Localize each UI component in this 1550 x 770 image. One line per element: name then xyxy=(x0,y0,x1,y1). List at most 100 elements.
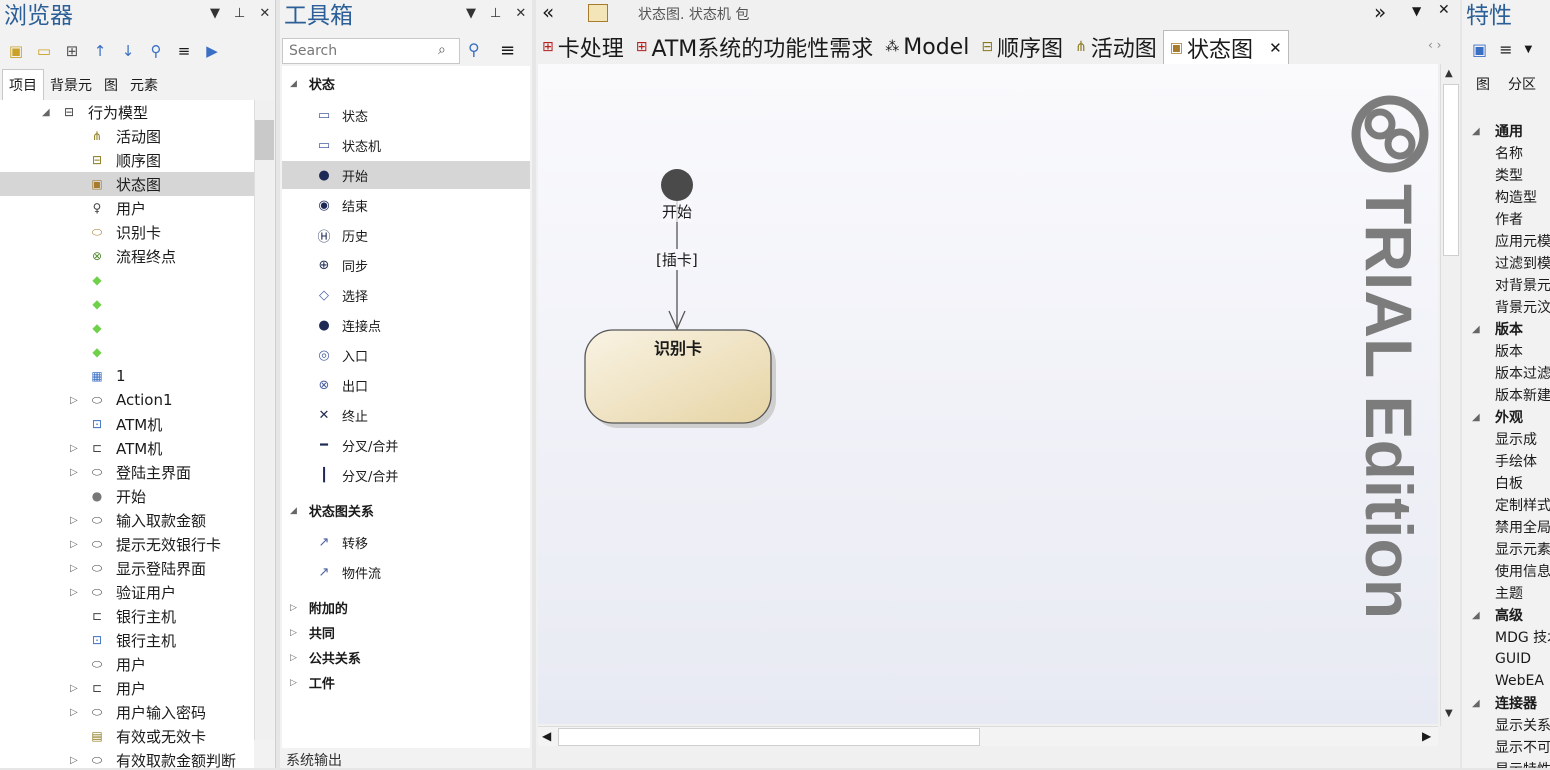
property-row[interactable]: 手绘体 xyxy=(1468,450,1550,472)
property-row[interactable]: 过滤到模 xyxy=(1468,252,1550,274)
expand-icon[interactable]: ▷ xyxy=(70,755,82,766)
tree-item[interactable]: ▷ ⬭ 登陆主界面 xyxy=(0,460,254,484)
property-row[interactable]: 显示不可 xyxy=(1468,736,1550,758)
toolbox-group[interactable]: ▷ 工件 xyxy=(290,673,335,692)
property-row[interactable]: 定制样式 xyxy=(1468,494,1550,516)
tree-item[interactable]: ⬭ 用户 xyxy=(0,652,254,676)
toolbox-item[interactable]: ◉ 结束 xyxy=(282,191,530,219)
property-row[interactable]: 版本新建 xyxy=(1468,384,1550,406)
property-row[interactable]: 类型 xyxy=(1468,164,1550,186)
property-row[interactable]: 应用元模 xyxy=(1468,230,1550,252)
toolbox-item[interactable]: ✕ 终止 xyxy=(282,401,530,429)
tab-sequence[interactable]: ⊟ 顺序图 xyxy=(975,30,1069,64)
expand-icon[interactable]: ▷ xyxy=(70,443,82,454)
expand-icon[interactable]: ▷ xyxy=(70,587,82,598)
tree-item[interactable]: ▷ ⬭ 验证用户 xyxy=(0,580,254,604)
property-row[interactable]: 显示关系 xyxy=(1468,714,1550,736)
tree-item[interactable]: ♀ 用户 xyxy=(0,196,254,220)
toolbox-item[interactable]: ━ 分叉/合并 xyxy=(282,431,530,459)
tree-item[interactable]: ◢ ⊟ 行为模型 xyxy=(0,100,254,124)
expand-icon[interactable]: ▷ xyxy=(290,653,297,663)
play-icon[interactable]: ▶ xyxy=(202,41,222,61)
toolbox-item[interactable]: Ⓗ 历史 xyxy=(282,221,530,249)
tree-item[interactable]: ▷ ⬭ Action1 xyxy=(0,388,254,412)
expand-icon[interactable]: ▷ xyxy=(290,628,297,638)
toolbox-item[interactable]: ● 开始 xyxy=(282,161,530,189)
tree-item[interactable]: ▷ ⬭ 显示登陆界面 xyxy=(0,556,254,580)
tree-scrollbar[interactable] xyxy=(254,100,274,740)
tree-item[interactable]: ⋔ 活动图 xyxy=(0,124,254,148)
folder-icon[interactable]: ▭ xyxy=(34,41,54,61)
tab-diagram[interactable]: 图 xyxy=(98,70,124,100)
property-row[interactable]: 白板 xyxy=(1468,472,1550,494)
tree-item[interactable]: ⊏ 银行主机 xyxy=(0,604,254,628)
tree-item[interactable]: ▷ ⬭ 有效取款金额判断 xyxy=(0,748,254,769)
expand-icon[interactable]: ▷ xyxy=(70,395,82,406)
tree-item[interactable]: ▷ ⊏ ATM机 xyxy=(0,436,254,460)
search-icon[interactable]: ⌕ xyxy=(438,42,446,58)
property-row[interactable]: GUID xyxy=(1468,648,1550,670)
new-package-icon[interactable]: ▣ xyxy=(6,41,26,61)
expand-icon[interactable]: » xyxy=(1374,0,1386,24)
scroll-down-icon[interactable]: ▼ xyxy=(1445,708,1453,719)
tab-element[interactable]: 元素 xyxy=(124,70,164,100)
tree-scroll-thumb[interactable] xyxy=(255,120,274,160)
v-scroll-thumb[interactable] xyxy=(1443,84,1459,256)
initial-node[interactable] xyxy=(661,169,693,201)
expand-icon[interactable]: ▷ xyxy=(290,678,297,688)
toolbox-item[interactable]: ◎ 入口 xyxy=(282,341,530,369)
dropdown-icon[interactable]: ▼ xyxy=(466,6,476,21)
tree-item[interactable]: ◆ xyxy=(0,340,254,364)
expand-icon[interactable]: ▷ xyxy=(70,563,82,574)
toolbox-item[interactable]: ┃ 分叉/合并 xyxy=(282,461,530,489)
lock-icon[interactable]: ⚲ xyxy=(146,41,166,61)
pin-icon[interactable]: ⊥ xyxy=(234,6,245,21)
property-row[interactable]: WebEA xyxy=(1468,670,1550,692)
property-section[interactable]: ◢ 版本 xyxy=(1468,318,1550,340)
tab-partition[interactable]: 分区 xyxy=(1508,74,1536,94)
property-row[interactable]: 背景元汶 xyxy=(1468,296,1550,318)
tree-item[interactable]: ⊟ 顺序图 xyxy=(0,148,254,172)
tab-context[interactable]: 背景元 xyxy=(44,70,98,100)
property-row[interactable]: 显示成 xyxy=(1468,428,1550,450)
dropdown-icon[interactable]: ▼ xyxy=(1412,4,1421,18)
tree-item[interactable]: ▷ ⬭ 用户输入密码 xyxy=(0,700,254,724)
diagram-icon[interactable]: ⊞ xyxy=(62,41,82,61)
property-row[interactable]: 显示特性 xyxy=(1468,758,1550,768)
tree-item[interactable]: ▦ 1 xyxy=(0,364,254,388)
collapse-icon[interactable]: ◢ xyxy=(42,107,54,118)
toolbox-item[interactable]: ▭ 状态 xyxy=(282,101,530,129)
toolbox-group[interactable]: ▷ 附加的 xyxy=(290,598,348,617)
tree-item[interactable]: ⊡ 银行主机 xyxy=(0,628,254,652)
tree-item[interactable]: ◆ xyxy=(0,268,254,292)
collapse-left-icon[interactable]: « xyxy=(542,0,554,24)
toolbox-item[interactable]: ↗ 转移 xyxy=(282,528,530,556)
property-row[interactable]: 显示元素 xyxy=(1468,538,1550,560)
toolbox-group[interactable]: ▷ 共同 xyxy=(290,623,335,642)
close-icon[interactable]: ✕ xyxy=(1438,2,1450,18)
collapse-icon[interactable]: ◢ xyxy=(1472,610,1480,621)
collapse-icon[interactable]: ◢ xyxy=(1472,126,1480,137)
diagram-canvas[interactable]: TRIAL Edition 开始 [插卡] 识别卡 xyxy=(538,64,1438,724)
property-row[interactable]: 主题 xyxy=(1468,582,1550,604)
tree-item[interactable]: ▤ 有效或无效卡 xyxy=(0,724,254,748)
property-section[interactable]: ◢ 高级 xyxy=(1468,604,1550,626)
tree-item[interactable]: ⊗ 流程终点 xyxy=(0,244,254,268)
tab-diagram[interactable]: 图 xyxy=(1476,74,1490,94)
menu-icon[interactable]: ≡ xyxy=(1499,40,1512,59)
dropdown-icon[interactable]: ▼ xyxy=(210,6,220,21)
dropdown-icon[interactable]: ▼ xyxy=(1525,44,1533,59)
canvas-vertical-scrollbar[interactable]: ▲ ▼ xyxy=(1440,64,1460,726)
toolbox-group[interactable]: ▷ 公共关系 xyxy=(290,648,361,667)
tab-scroll-icon[interactable]: ‹ › xyxy=(1428,38,1441,52)
find-icon[interactable]: ⚲ xyxy=(468,40,480,59)
property-row[interactable]: 名称 xyxy=(1468,142,1550,164)
toolbox-item[interactable]: ◇ 选择 xyxy=(282,281,530,309)
menu-icon[interactable]: ≡ xyxy=(500,40,515,61)
expand-icon[interactable]: ▷ xyxy=(70,515,82,526)
property-row[interactable]: 版本 xyxy=(1468,340,1550,362)
move-up-icon[interactable]: ↑ xyxy=(90,41,110,61)
tab-state-diagram[interactable]: ▣ 状态图 ✕ xyxy=(1162,30,1289,64)
collapse-icon[interactable]: ◢ xyxy=(1472,412,1480,423)
expand-icon[interactable]: ▷ xyxy=(70,467,82,478)
